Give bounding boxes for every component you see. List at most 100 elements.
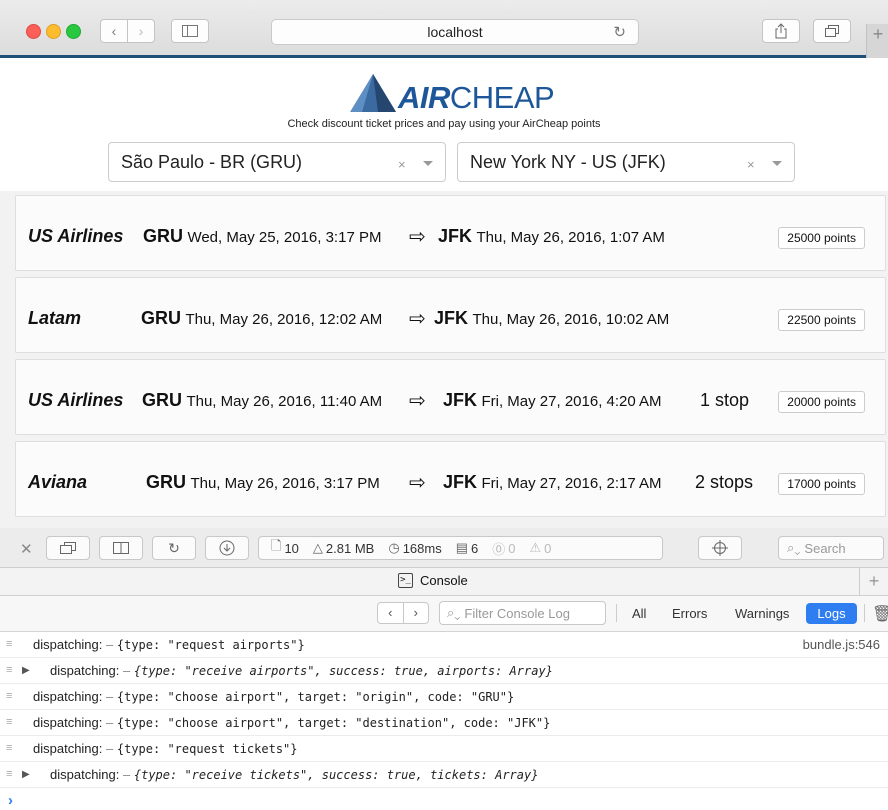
log-row[interactable]: ≡ ▶ dispatching: – {type: "receive airpo… (0, 658, 888, 684)
arrival-code: JFK (443, 390, 478, 410)
disclosure-triangle-icon[interactable]: ▶ (22, 665, 30, 676)
log-source-link[interactable]: bundle.js:546 (803, 637, 880, 652)
stops-label: 1 stop (700, 390, 750, 410)
log-navigation: ‹ › (377, 602, 429, 624)
reload-icon: ↻ (168, 539, 180, 556)
log-message: dispatching: – {type: "request tickets"} (33, 741, 298, 756)
back-button[interactable]: ‹ (100, 19, 128, 43)
weight-icon: △ (312, 540, 323, 555)
log-row[interactable]: ≡ dispatching: – {type: "request tickets… (0, 736, 888, 762)
log-row[interactable]: ≡ dispatching: – {type: "choose airport"… (0, 684, 888, 710)
log-message: dispatching: – {type: "choose airport", … (33, 689, 515, 704)
web-inspector: ✕ ↻ 🗋 10 △ 2.81 MB ◷ 168ms ▤ 6 ⓪ 0 ⚠ 0 ⌕… (0, 528, 888, 810)
zoom-window-button[interactable] (66, 24, 81, 39)
dock-side-button[interactable] (99, 536, 143, 560)
clear-log-icon[interactable]: 🗑 (872, 604, 888, 624)
destination-value: New York NY - US (JFK) (470, 152, 666, 172)
ticket-card[interactable]: US Airlines GRU Thu, May 26, 2016, 11:40… (15, 359, 886, 435)
app-page: AIRCHEAP Check discount ticket prices an… (0, 58, 888, 528)
minimize-window-button[interactable] (46, 24, 61, 39)
arrival: JFK Fri, May 27, 2016, 4:20 AM (443, 390, 662, 411)
points-badge: 25000 points (778, 227, 865, 249)
close-window-button[interactable] (26, 24, 41, 39)
departure-code: GRU (143, 226, 183, 246)
inspect-element-button[interactable] (698, 536, 742, 560)
load-time: ◷ 168ms (388, 540, 442, 556)
destination-select[interactable]: New York NY - US (JFK) × (457, 142, 795, 182)
search-placeholder: Search (804, 540, 846, 556)
reload-page-button[interactable]: ↻ (152, 536, 196, 560)
tab-console[interactable]: >_ Console (398, 573, 468, 588)
ticket-card[interactable]: Latam GRU Thu, May 26, 2016, 12:02 AM ⇨ … (15, 277, 886, 353)
log-icon: ≡ (6, 768, 13, 780)
console-filterbar: ‹ › ⌕⌄ Filter Console Log All Errors War… (0, 596, 888, 632)
tabs-icon (825, 25, 839, 37)
airline-name: Aviana (28, 472, 88, 492)
detach-button[interactable] (46, 536, 90, 560)
ticket-list: US Airlines GRU Wed, May 25, 2016, 3:17 … (0, 191, 888, 528)
warning-icon: ⚠ (529, 540, 542, 555)
chevron-down-icon[interactable] (423, 161, 433, 166)
error-count: ⓪0 (492, 540, 516, 557)
new-tab-button[interactable]: + (866, 24, 888, 58)
level-all-button[interactable]: All (632, 606, 646, 621)
plus-icon: + (872, 24, 884, 44)
origin-select[interactable]: São Paulo - BR (GRU) × (108, 142, 446, 182)
inspector-search-input[interactable]: ⌕⌄ Search (778, 536, 884, 560)
clear-origin-icon[interactable]: × (398, 157, 406, 172)
add-tab-button[interactable]: + (859, 568, 888, 595)
download-button[interactable] (205, 536, 249, 560)
log-row[interactable]: ≡ ▶ dispatching: – {type: "receive ticke… (0, 762, 888, 788)
clear-destination-icon[interactable]: × (747, 157, 755, 172)
log-row[interactable]: ≡ dispatching: – {type: "choose airport"… (0, 710, 888, 736)
inspector-tabbar: >_ Console + (0, 568, 888, 596)
arrival-code: JFK (434, 308, 469, 328)
log-count: ▤ 6 (455, 540, 479, 556)
ticket-card[interactable]: US Airlines GRU Wed, May 25, 2016, 3:17 … (15, 195, 886, 271)
level-logs-button[interactable]: Logs (806, 603, 857, 624)
tabs-overview-button[interactable] (813, 19, 851, 43)
next-log-button[interactable]: › (404, 603, 429, 623)
document-icon: 🗋 (271, 538, 282, 553)
arrival-time: Fri, May 27, 2016, 2:17 AM (481, 475, 662, 492)
log-object: {type: "receive airports", success: true… (133, 664, 553, 678)
arrival-time: Thu, May 26, 2016, 10:02 AM (472, 311, 670, 328)
departure: GRU Wed, May 25, 2016, 3:17 PM (143, 226, 381, 247)
arrival-time: Fri, May 27, 2016, 4:20 AM (481, 393, 662, 410)
origin-value: São Paulo - BR (GRU) (121, 152, 303, 172)
log-object: {type: "receive tickets", success: true,… (133, 768, 539, 782)
inspector-toolbar: ✕ ↻ 🗋 10 △ 2.81 MB ◷ 168ms ▤ 6 ⓪ 0 ⚠ 0 ⌕… (0, 528, 888, 568)
arrival-time: Thu, May 26, 2016, 1:07 AM (476, 229, 665, 246)
arrow-right-icon: ⇨ (409, 226, 426, 248)
console-prompt-icon[interactable]: › (8, 792, 13, 809)
message-icon: ▤ (455, 540, 469, 555)
departure-code: GRU (142, 390, 182, 410)
ticket-card[interactable]: Aviana GRU Thu, May 26, 2016, 3:17 PM ⇨ … (15, 441, 886, 517)
log-icon: ≡ (6, 690, 13, 702)
log-icon: ≡ (6, 742, 13, 754)
departure-time: Wed, May 25, 2016, 3:17 PM (187, 229, 382, 246)
arrival: JFK Thu, May 26, 2016, 10:02 AM (434, 308, 669, 329)
level-warnings-button[interactable]: Warnings (735, 606, 789, 621)
disclosure-triangle-icon[interactable]: ▶ (22, 769, 30, 780)
departure: GRU Thu, May 26, 2016, 12:02 AM (141, 308, 382, 329)
sidebar-button[interactable] (171, 19, 209, 43)
share-button[interactable] (762, 19, 800, 43)
log-message: dispatching: – {type: "receive airports"… (50, 663, 553, 678)
divider (616, 604, 617, 622)
close-inspector-icon[interactable]: ✕ (20, 540, 33, 558)
browser-toolbar: ‹ › localhost ↻ + (0, 0, 888, 58)
forward-button[interactable]: › (127, 19, 155, 43)
arrival: JFK Thu, May 26, 2016, 1:07 AM (438, 226, 665, 247)
reload-icon[interactable]: ↻ (613, 23, 626, 41)
address-bar[interactable]: localhost ↻ (271, 19, 639, 45)
plus-icon: + (868, 571, 880, 591)
level-errors-button[interactable]: Errors (672, 606, 707, 621)
previous-log-button[interactable]: ‹ (378, 603, 404, 623)
log-row[interactable]: ≡ dispatching: – {type: "request airport… (0, 632, 888, 658)
tagline: Check discount ticket prices and pay usi… (287, 118, 601, 130)
chevron-down-icon[interactable] (772, 161, 782, 166)
filter-console-input[interactable]: ⌕⌄ Filter Console Log (439, 601, 606, 625)
resource-stats[interactable]: 🗋 10 △ 2.81 MB ◷ 168ms ▤ 6 ⓪0 ⚠ 0 (258, 536, 663, 560)
log-object: {type: "choose airport", target: "destin… (116, 716, 551, 730)
